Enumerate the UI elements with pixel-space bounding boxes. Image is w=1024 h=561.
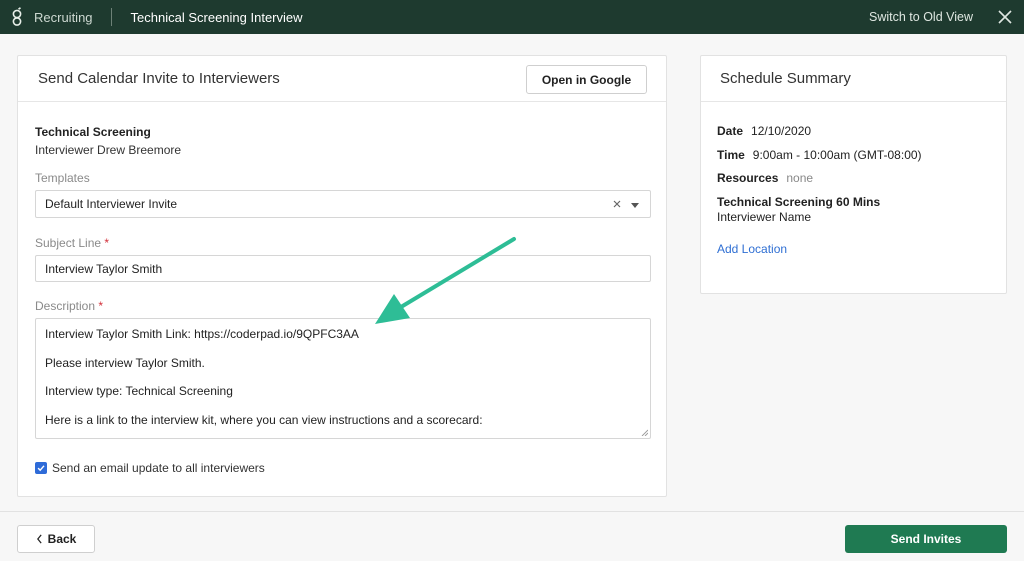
- subject-label-text: Subject Line: [35, 236, 102, 250]
- required-marker: *: [98, 299, 104, 313]
- required-marker: *: [104, 236, 110, 250]
- clear-icon[interactable]: [611, 198, 623, 210]
- open-in-google-button[interactable]: Open in Google: [526, 65, 647, 94]
- panel-header: Send Calendar Invite to Interviewers Ope…: [18, 56, 666, 102]
- summary-title: Schedule Summary: [720, 70, 851, 87]
- schedule-summary-panel: Schedule Summary Date 12/10/2020 Time 9:00…: [700, 55, 1007, 294]
- date-label: Date: [717, 124, 744, 138]
- resources-label: Resources: [717, 171, 779, 185]
- description-label: Description *: [35, 299, 103, 313]
- description-line: Please interview Taylor Smith.: [45, 355, 205, 370]
- description-textarea[interactable]: Interview Taylor Smith Link: https://cod…: [35, 318, 651, 439]
- calendar-invite-panel: Send Calendar Invite to Interviewers Ope…: [17, 55, 667, 497]
- session-title-row: Technical Screening 60 Mins: [717, 195, 888, 209]
- back-label: Back: [47, 532, 77, 546]
- top-nav-bar: Recruiting Technical Screening Interview…: [0, 0, 1024, 34]
- back-button[interactable]: Back: [17, 525, 95, 553]
- description-line: Here is a link to the interview kit, whe…: [45, 412, 483, 427]
- chevron-left-icon: [36, 534, 42, 544]
- summary-resources-row: Resources none: [717, 171, 813, 185]
- panel-title: Send Calendar Invite to Interviewers: [38, 70, 280, 87]
- templates-label: Templates: [35, 171, 90, 185]
- send-invites-label: Send Invites: [890, 532, 962, 546]
- templates-select[interactable]: Default Interviewer Invite: [35, 190, 651, 218]
- summary-time-row: Time 9:00am - 10:00am (GMT-08:00): [717, 148, 922, 162]
- close-icon[interactable]: [997, 9, 1013, 25]
- session-interviewer-row: Interviewer Name: [717, 210, 811, 224]
- interviewer-name: Interviewer Drew Breemore: [35, 143, 182, 157]
- email-update-label[interactable]: Send an email update to all interviewers: [52, 461, 265, 475]
- time-value: 9:00am - 10:00am (GMT-08:00): [752, 148, 922, 162]
- summary-header: Schedule Summary: [701, 56, 1006, 102]
- checkmark-icon: [37, 465, 45, 472]
- subject-line-input[interactable]: Interview Taylor Smith: [35, 255, 651, 282]
- resources-value: none: [786, 171, 814, 185]
- app-name[interactable]: Recruiting: [34, 10, 93, 25]
- resize-grip-icon[interactable]: [641, 429, 648, 436]
- templates-selected-value: Default Interviewer Invite: [45, 197, 178, 211]
- topbar-divider: [110, 8, 112, 26]
- subject-line-label: Subject Line *: [35, 236, 109, 250]
- footer-bar: Back Send Invites: [0, 511, 1024, 561]
- description-label-text: Description: [35, 299, 96, 313]
- time-label: Time: [717, 148, 745, 162]
- send-invites-button[interactable]: Send Invites: [845, 525, 1007, 553]
- add-location-link[interactable]: Add Location: [717, 242, 787, 256]
- interview-name: Technical Screening: [35, 125, 151, 139]
- caret-down-icon[interactable]: [631, 203, 639, 208]
- date-value: 12/10/2020: [751, 124, 812, 138]
- description-line: Interview type: Technical Screening: [45, 384, 233, 398]
- page-title: Technical Screening Interview: [130, 9, 303, 25]
- email-update-checkbox[interactable]: [35, 462, 47, 474]
- description-line: Interview Taylor Smith Link: https://cod…: [45, 327, 359, 341]
- switch-to-old-view-link[interactable]: Switch to Old View: [869, 10, 973, 24]
- subject-line-value: Interview Taylor Smith: [45, 261, 163, 276]
- session-title: Technical Screening 60 Mins: [717, 195, 881, 209]
- greenhouse-logo-icon[interactable]: [0, 0, 34, 34]
- session-interviewer: Interviewer Name: [717, 210, 812, 224]
- summary-date-row: Date 12/10/2020: [717, 124, 811, 138]
